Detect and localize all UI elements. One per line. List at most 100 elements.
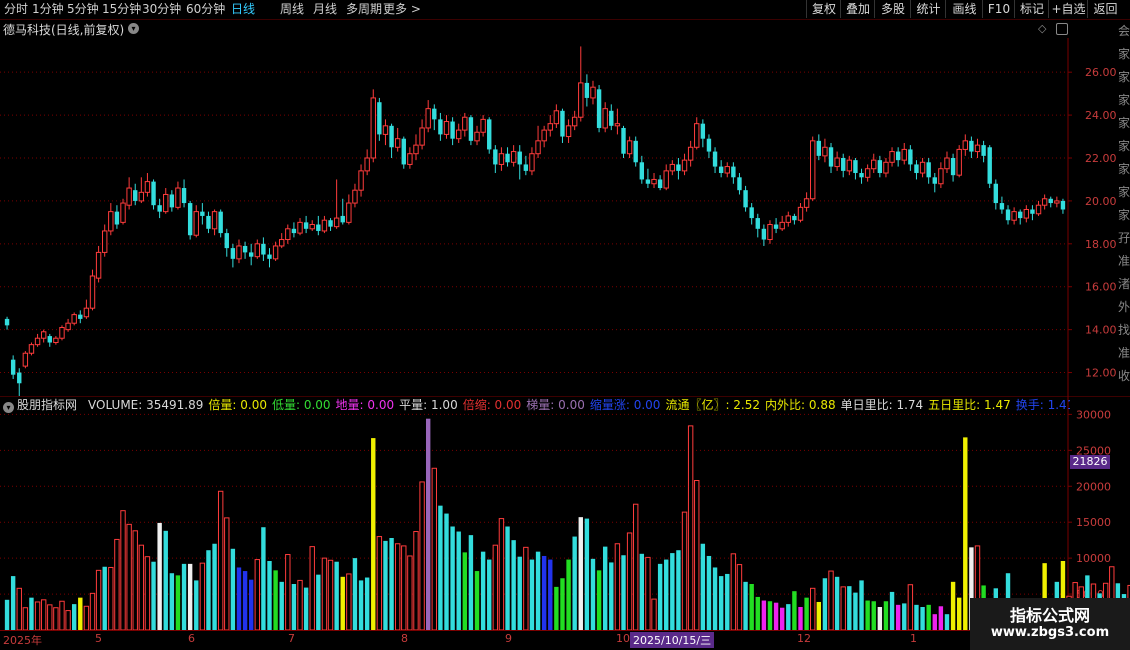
toolbar-button-6[interactable]: 标记 <box>1014 0 1049 18</box>
volume-bar <box>194 580 199 630</box>
diamond-icon[interactable]: ◇ <box>1038 22 1046 35</box>
chevron-down-icon[interactable]: ▾ <box>3 402 14 413</box>
toolbar-button-1[interactable]: 叠加 <box>840 0 875 18</box>
chevron-down-icon[interactable]: ▾ <box>128 23 139 34</box>
volume-bar <box>816 601 822 630</box>
candle <box>389 123 394 158</box>
price-tick-label: 22.00 <box>1085 152 1117 165</box>
period-tab-0[interactable]: 分时 <box>4 1 28 17</box>
candle <box>645 168 651 189</box>
side-strip-char: 家 <box>1118 47 1130 61</box>
indicator-item: VOLUME: 35491.89 <box>88 398 204 412</box>
candle <box>841 153 846 178</box>
volume-bar <box>889 591 895 630</box>
period-tab-10[interactable]: 更多 > <box>383 1 421 17</box>
watermark-url: www.zbgs3.com <box>990 625 1110 640</box>
volume-bar <box>132 530 138 630</box>
volume-bar <box>511 540 516 630</box>
volume-bar <box>169 573 175 630</box>
side-strip-char: 收 <box>1118 369 1130 383</box>
candle <box>498 147 505 171</box>
candle <box>956 145 962 178</box>
volume-bar <box>316 574 321 630</box>
volume-bar <box>53 607 59 630</box>
candle <box>211 209 218 236</box>
candle <box>254 239 260 259</box>
volume-chart[interactable]: 30000250002000015000100005000 <box>0 396 1130 630</box>
period-tab-6[interactable]: 日线 <box>231 1 255 17</box>
candle <box>999 196 1005 214</box>
volume-bar <box>340 576 345 630</box>
toolbar-button-8[interactable]: 返回 <box>1087 0 1123 18</box>
period-tab-1[interactable]: 1分钟 <box>32 1 64 17</box>
right-side-panel[interactable]: 会家家家家家家家家孖准渚外找准收 <box>1118 20 1130 395</box>
side-strip-char: 家 <box>1118 93 1130 107</box>
period-tab-7[interactable]: 周线 <box>280 1 304 17</box>
volume-bar <box>822 578 828 630</box>
candle <box>438 112 443 141</box>
period-tab-5[interactable]: 60分钟 <box>186 1 225 17</box>
date-axis: 2025/10/15/三 2025年 5 6 7 8 9 10 12 1 <box>0 630 1070 648</box>
candle <box>517 145 522 180</box>
volume-bar <box>297 579 303 630</box>
volume-bar <box>212 543 217 630</box>
toolbar-button-3[interactable]: 统计 <box>910 0 946 18</box>
volume-bar <box>254 559 260 630</box>
indicator-legend: ▾ 股朋指标网 VOLUME: 35491.89 倍量: 0.00 低量: 0.00 地量… <box>0 396 1070 414</box>
volume-bar <box>474 571 480 630</box>
volume-bar <box>83 605 90 630</box>
volume-bar <box>419 481 425 630</box>
volume-bar <box>16 587 22 630</box>
candle <box>224 228 229 257</box>
volume-tick-label: 20000 <box>1076 480 1111 493</box>
candle <box>908 145 913 171</box>
volume-bar <box>639 553 645 630</box>
candle <box>810 136 816 201</box>
candle <box>510 145 517 167</box>
volume-bar <box>810 587 816 630</box>
volume-bar <box>236 567 242 630</box>
volume-bar <box>902 603 907 630</box>
volume-bar <box>78 597 83 630</box>
candle <box>236 239 242 264</box>
candle <box>828 142 834 174</box>
candle <box>1035 200 1042 216</box>
candle <box>333 179 340 229</box>
period-tab-4[interactable]: 30分钟 <box>142 1 181 17</box>
candle <box>108 203 114 236</box>
candle <box>163 188 169 214</box>
candle <box>614 108 621 135</box>
volume-bar <box>614 543 621 630</box>
period-tab-2[interactable]: 5分钟 <box>67 1 99 17</box>
candle <box>785 211 791 227</box>
toolbar-button-5[interactable]: F10 <box>982 0 1015 18</box>
volume-bar <box>535 551 541 630</box>
toolbar-button-7[interactable]: +自选 <box>1048 0 1088 18</box>
volume-bar <box>267 561 272 630</box>
volume-tick-label: 15000 <box>1076 516 1111 529</box>
candle <box>377 97 382 141</box>
volume-bar <box>834 576 840 630</box>
toolbar-button-2[interactable]: 多股 <box>874 0 911 18</box>
volume-bar <box>65 610 71 630</box>
toolbar-button-0[interactable]: 复权 <box>806 0 841 18</box>
candle <box>95 245 102 283</box>
volume-bar <box>285 554 291 630</box>
volume-bar <box>157 522 162 630</box>
volume-bar <box>792 591 797 630</box>
candle <box>352 183 358 208</box>
toolbar-button-4[interactable]: 画线 <box>945 0 983 18</box>
candle <box>419 119 425 150</box>
candle <box>761 224 767 246</box>
candle <box>792 213 797 225</box>
period-tab-3[interactable]: 15分钟 <box>102 1 141 17</box>
candle <box>328 218 333 231</box>
price-chart[interactable]: 26.00 24.00 22.00 20.00 18.00 16.00 14.00 12.00 <box>0 38 1130 396</box>
price-tick-label: 26.00 <box>1085 66 1117 79</box>
candle <box>1041 194 1048 210</box>
period-tab-8[interactable]: 月线 <box>313 1 337 17</box>
volume-bar <box>438 505 443 630</box>
candle <box>609 104 614 131</box>
window-toggle-icon[interactable] <box>1056 23 1068 35</box>
period-tab-9[interactable]: 多周期 <box>346 1 382 17</box>
